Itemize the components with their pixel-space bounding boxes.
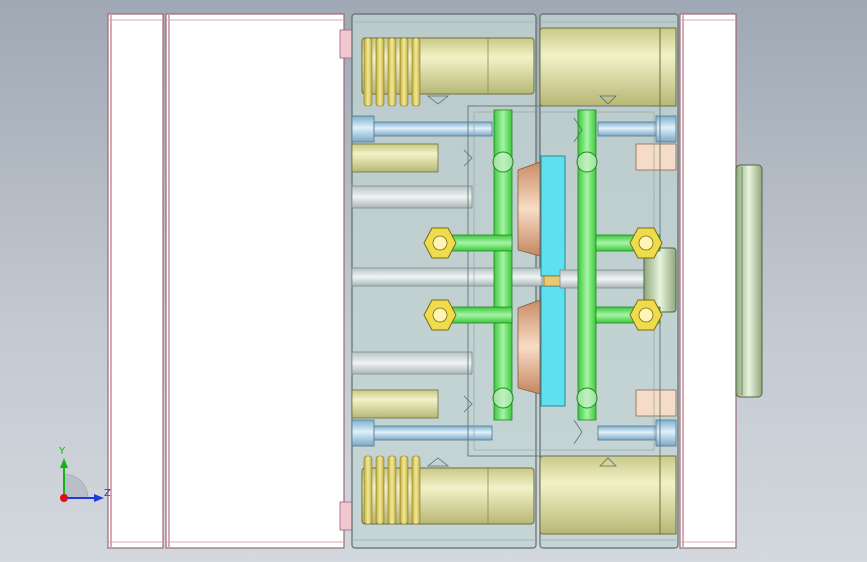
- cad-viewport[interactable]: Y Z: [0, 0, 867, 562]
- support-plate[interactable]: [165, 13, 345, 549]
- clamp-plate-left[interactable]: [107, 13, 164, 549]
- spacer-top: [339, 29, 353, 59]
- gate-marker: [543, 275, 563, 287]
- cone-part-lower: [517, 299, 541, 395]
- axis-triad: Y Z: [58, 446, 111, 502]
- spacer-bottom: [339, 501, 353, 531]
- guide-pillar-top[interactable]: [361, 27, 677, 107]
- locating-ring[interactable]: [735, 164, 763, 398]
- axis-z-label: Z: [104, 488, 111, 499]
- cavity-insert-lower[interactable]: [540, 285, 566, 407]
- cavity-insert-upper[interactable]: [540, 155, 566, 277]
- axis-y-label: Y: [58, 446, 66, 457]
- guide-pillar-bottom[interactable]: [361, 455, 677, 535]
- clamp-plate-right[interactable]: [679, 13, 737, 549]
- cone-part-upper: [517, 161, 541, 257]
